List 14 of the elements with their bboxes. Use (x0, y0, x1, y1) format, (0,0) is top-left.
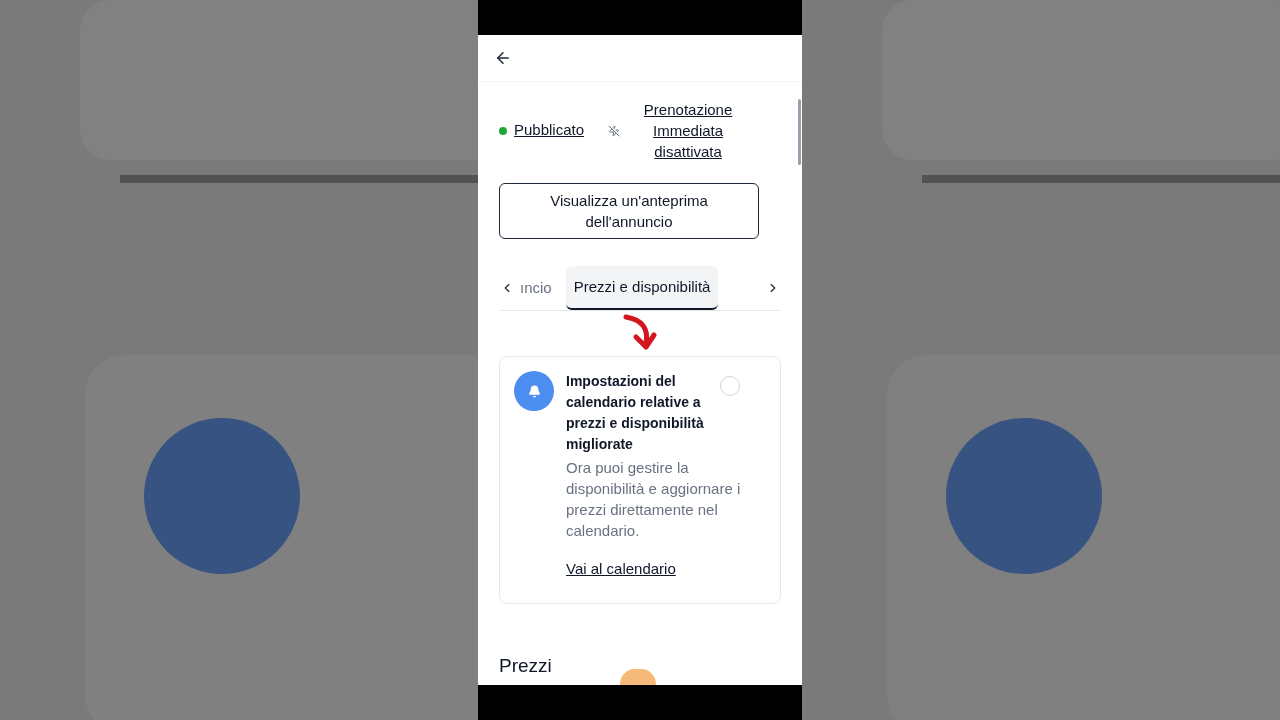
tab[interactable]: ıncio (520, 266, 552, 310)
back-icon[interactable] (494, 49, 512, 67)
published-link[interactable]: Pubblicato (514, 119, 585, 142)
notice-body: Ora puoi gestire la disponibilità e aggiornare i prezzi direttamente nel calendario. (566, 458, 742, 541)
tab[interactable]: Prezzi e disponibilità (565, 266, 719, 310)
instant-booking-link[interactable]: Prenotazione Immediata disattivata (632, 99, 745, 162)
bell-icon (514, 371, 554, 411)
section-heading: Prezzi (499, 653, 552, 678)
notice-title: Impostazioni del calendario relative a prezzi e disponibilità migliorate (566, 372, 705, 454)
lightning-off-icon (608, 124, 621, 137)
scrollbar[interactable] (798, 99, 801, 165)
radio-button[interactable] (720, 376, 740, 396)
calendar-link[interactable]: Vai al calendario (566, 558, 771, 581)
preview-button[interactable]: Visualizza un'anteprima dell'annuncio (499, 183, 759, 239)
